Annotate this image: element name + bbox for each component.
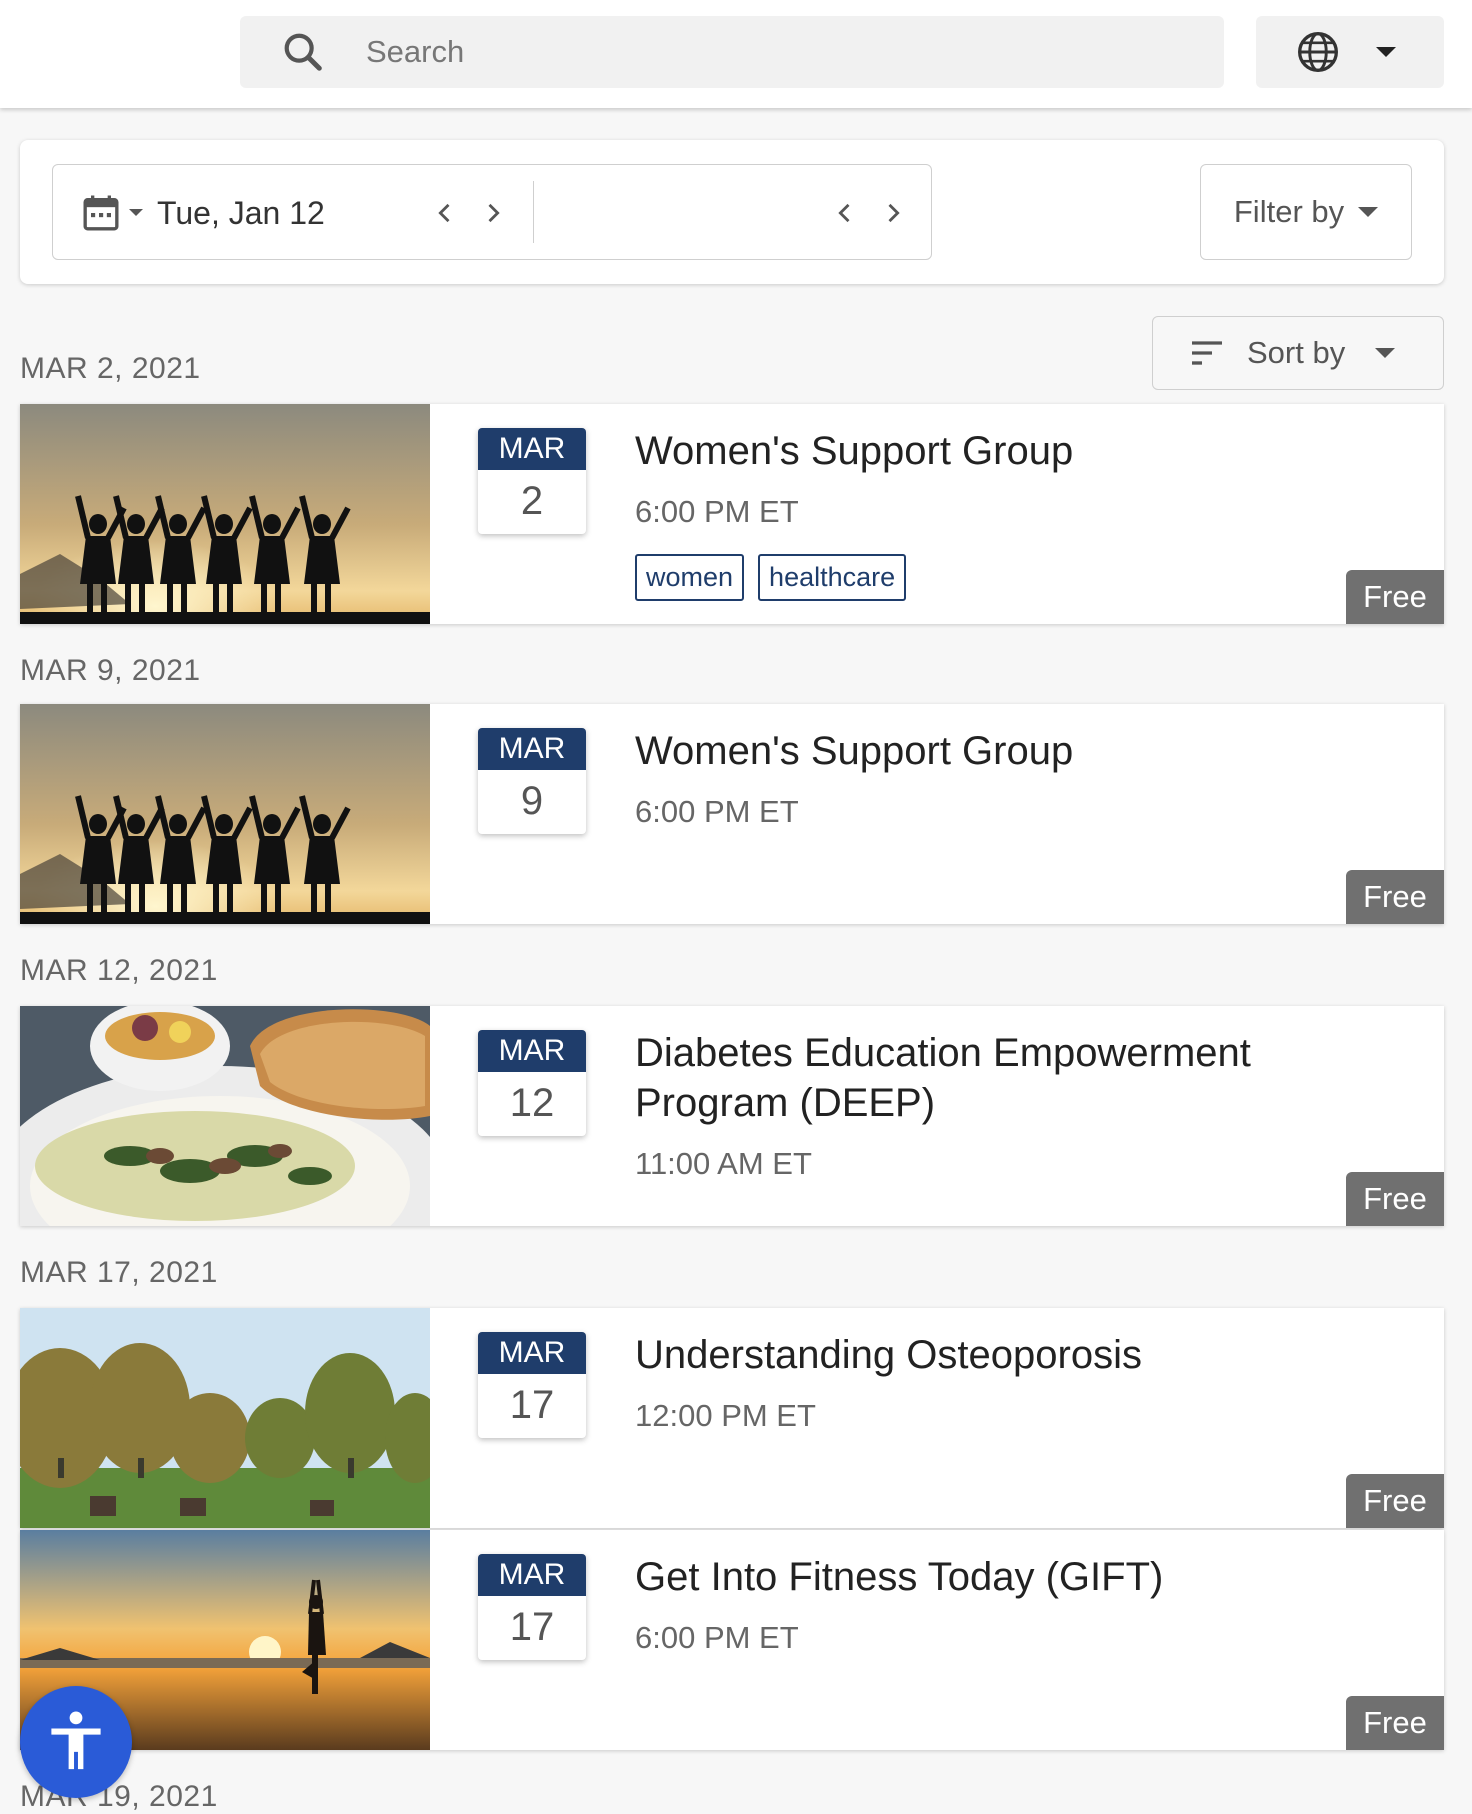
event-title[interactable]: Women's Support Group [635,726,1395,776]
sort-icon [1192,341,1222,365]
divider [533,181,534,243]
event-image [20,704,430,924]
price-badge: Free [1346,1474,1444,1528]
event-title[interactable]: Diabetes Education Empowerment Program (… [635,1028,1395,1128]
globe-icon [1298,32,1338,72]
date-heading: MAR 12, 2021 [20,954,218,987]
chevron-down-icon [1358,207,1379,217]
date-heading: MAR 9, 2021 [20,654,201,687]
filter-bar: Tue, Jan 12 Filter by [20,140,1444,284]
chevron-left-icon[interactable] [431,199,459,227]
date-badge-month: MAR [478,728,586,770]
date-badge-month: MAR [478,1030,586,1072]
tag-list: women healthcare [635,554,907,601]
event-time: 6:00 PM ET [635,1620,799,1655]
price-badge: Free [1346,1696,1444,1750]
date-badge: MAR 2 [478,428,586,534]
date-badge-month: MAR [478,1332,586,1374]
event-card[interactable]: MAR 12 Diabetes Education Empowerment Pr… [20,1006,1444,1226]
event-card[interactable]: MAR 9 Women's Support Group 6:00 PM ET F… [20,704,1444,924]
event-title[interactable]: Get Into Fitness Today (GIFT) [635,1552,1395,1602]
chevron-left-icon[interactable] [831,199,859,227]
accessibility-icon [51,1711,101,1770]
chevron-right-icon[interactable] [879,199,907,227]
date-badge: MAR 17 [478,1332,586,1438]
price-badge: Free [1346,1172,1444,1226]
price-badge: Free [1346,870,1444,924]
filter-by-button[interactable]: Filter by [1200,164,1412,260]
date-range-picker: Tue, Jan 12 [52,164,932,260]
event-time: 12:00 PM ET [635,1398,816,1433]
filter-by-label: Filter by [1233,194,1345,229]
date-badge-month: MAR [478,428,586,470]
event-time: 11:00 AM ET [635,1146,812,1181]
event-title[interactable]: Understanding Osteoporosis [635,1330,1395,1380]
search-icon [284,33,322,71]
date-badge-day: 17 [509,1605,555,1649]
date-badge: MAR 9 [478,728,586,834]
accessibility-button[interactable] [20,1686,132,1798]
event-card[interactable]: MAR 17 Understanding Osteoporosis 12:00 … [20,1308,1444,1528]
start-date[interactable]: Tue, Jan 12 [157,195,325,232]
date-badge-day: 12 [509,1081,555,1125]
event-time: 6:00 PM ET [635,494,799,529]
calendar-icon[interactable] [81,193,121,233]
event-time: 6:00 PM ET [635,794,799,829]
search-input[interactable] [366,34,1166,70]
search-bar[interactable] [240,16,1224,88]
event-card[interactable]: MAR 2 Women's Support Group 6:00 PM ET w… [20,404,1444,624]
chevron-down-icon [1376,47,1396,57]
event-title[interactable]: Women's Support Group [635,426,1395,476]
calendar-dropdown-icon[interactable] [129,209,143,216]
date-badge-day: 9 [520,779,544,823]
tag-healthcare[interactable]: healthcare [758,554,907,601]
event-image [20,1006,430,1226]
chevron-right-icon[interactable] [479,199,507,227]
date-badge-month: MAR [478,1554,586,1596]
date-heading: MAR 17, 2021 [20,1256,218,1289]
date-heading: MAR 2, 2021 [20,352,201,385]
date-badge: MAR 17 [478,1554,586,1660]
date-badge-day: 17 [509,1383,555,1427]
event-card[interactable]: MAR 17 Get Into Fitness Today (GIFT) 6:0… [20,1530,1444,1750]
date-badge: MAR 12 [478,1030,586,1136]
chevron-down-icon [1375,348,1396,358]
price-badge: Free [1346,570,1444,624]
event-image [20,1308,430,1528]
top-bar [0,0,1472,108]
sort-by-button[interactable]: Sort by [1152,316,1444,390]
date-badge-day: 2 [520,479,544,523]
event-image [20,404,430,624]
language-selector[interactable] [1256,16,1444,88]
sort-by-label: Sort by [1247,335,1346,370]
tag-women[interactable]: women [635,554,745,601]
